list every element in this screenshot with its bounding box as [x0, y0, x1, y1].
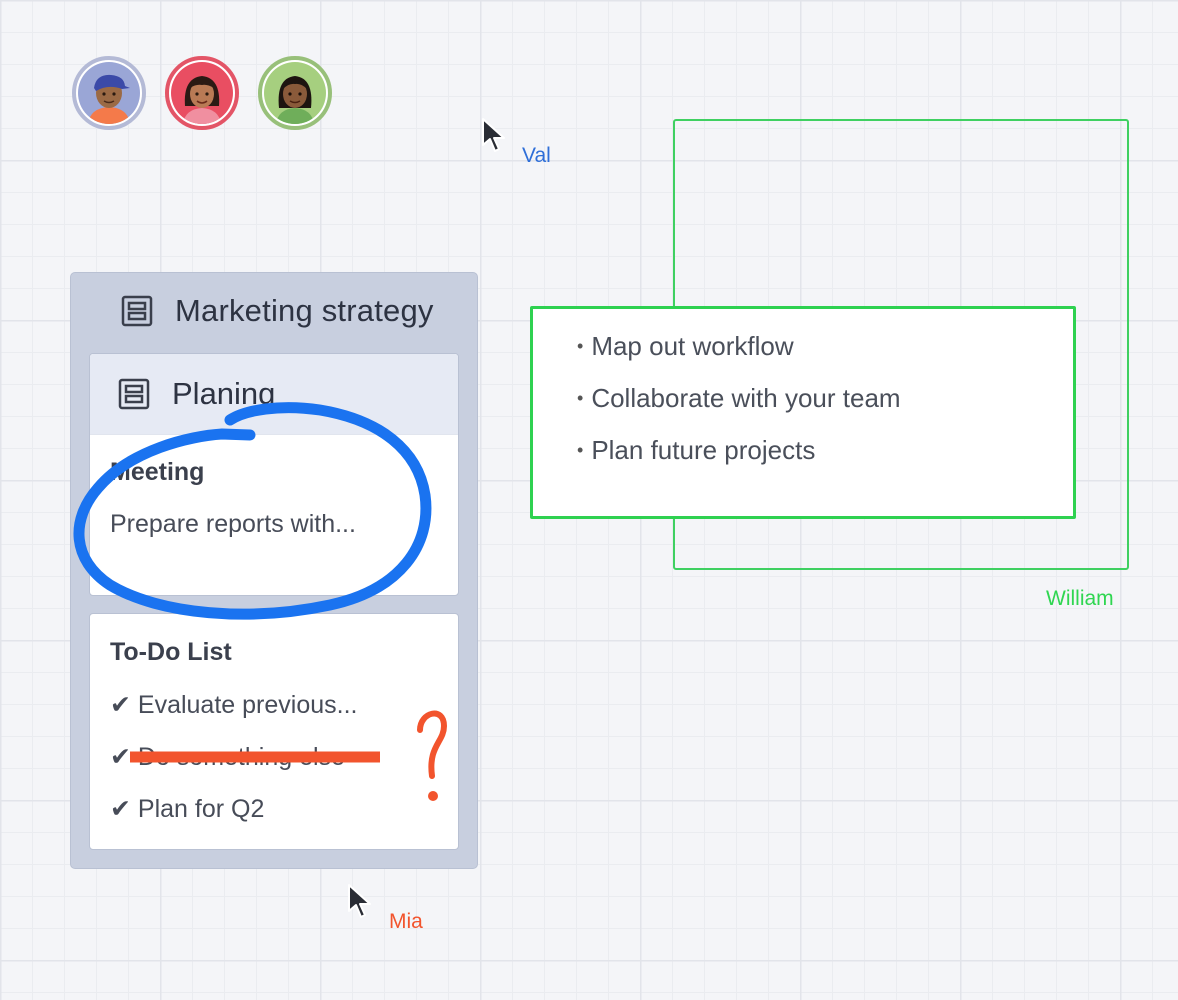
card-todo-list[interactable]: To-Do List ✔ Evaluate previous... ✔ Do s…: [89, 613, 459, 850]
card-planing[interactable]: Planing Meeting Prepare reports with...: [89, 353, 459, 596]
card-text-meeting: Prepare reports with...: [110, 510, 356, 538]
list-item: • Map out workflow: [577, 331, 794, 361]
bullet-list-card[interactable]: • Map out workflow • Collaborate with your…: [530, 306, 1076, 519]
card-header[interactable]: Planing: [90, 354, 458, 435]
list-item: • Collaborate with your team: [577, 383, 901, 413]
person-avatar-icon: [171, 62, 233, 124]
person-avatar-icon: [264, 62, 326, 124]
card-title-meeting: Meeting: [110, 458, 205, 486]
board-title: Marketing strategy: [175, 293, 434, 328]
todo-item[interactable]: ✔ Plan for Q2: [110, 794, 264, 824]
cursor-label-william: William: [1046, 587, 1114, 610]
list-item: • Plan future projects: [577, 435, 816, 465]
card-title-todo: To-Do List: [110, 638, 232, 666]
cursor-val-icon: [482, 118, 505, 152]
avatar-mia[interactable]: [165, 56, 239, 130]
avatar-val[interactable]: [72, 56, 146, 130]
todo-item[interactable]: ✔ Evaluate previous...: [110, 690, 357, 720]
person-avatar-icon: [78, 62, 140, 124]
avatar-william[interactable]: [258, 56, 332, 130]
todo-item[interactable]: ✔ Do something else: [110, 742, 345, 772]
kanban-board-icon: [118, 378, 150, 410]
cursor-label-val: Val: [522, 144, 551, 167]
card-header-title: Planing: [172, 376, 276, 411]
board-marketing-strategy[interactable]: Marketing strategy Planing Meeting Prepa…: [70, 272, 478, 869]
kanban-board-icon: [121, 295, 153, 327]
cursor-mia-icon: [348, 884, 371, 918]
cursor-label-mia: Mia: [389, 910, 423, 933]
